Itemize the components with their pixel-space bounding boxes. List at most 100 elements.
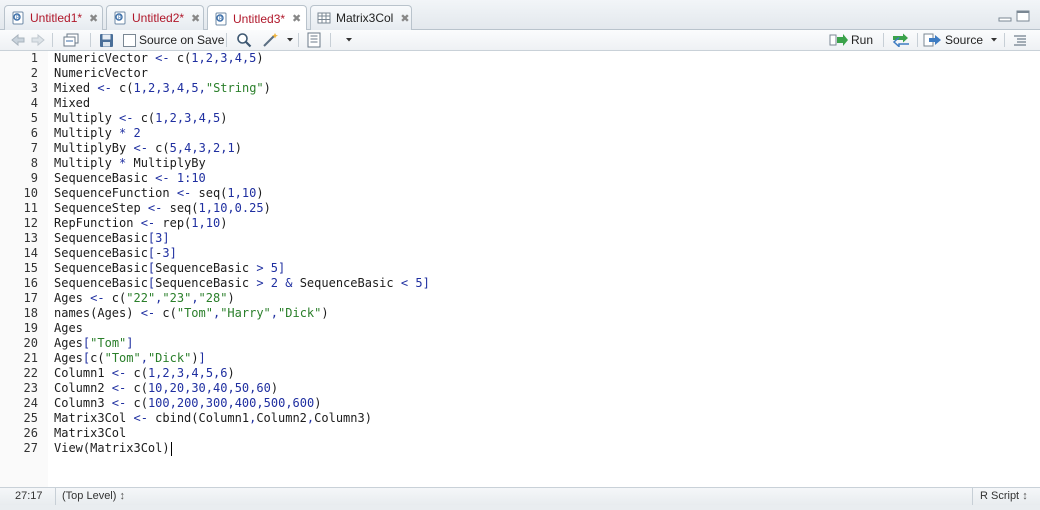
source-arrow-icon[interactable]	[923, 32, 943, 48]
editor-toolbar: Source on Save Run Source	[0, 30, 1040, 51]
file-type-selector[interactable]: R Script ↕	[980, 490, 1028, 502]
code-line[interactable]: SequenceBasic[3]	[54, 231, 170, 246]
close-icon[interactable]: ✖	[400, 12, 409, 25]
pane-splitter[interactable]	[0, 505, 1040, 510]
code-line[interactable]: Column3 <- c(100,200,300,400,500,600)	[54, 396, 321, 411]
line-number: 6	[30, 126, 38, 140]
line-number: 25	[23, 411, 38, 425]
line-number: 17	[23, 291, 38, 305]
code-line[interactable]: SequenceBasic[-3]	[54, 246, 177, 261]
cursor-position: 27:17	[15, 490, 43, 502]
line-number: 11	[23, 201, 38, 215]
line-number: 5	[30, 111, 38, 125]
tab-label: Untitled1*	[30, 11, 83, 25]
line-number: 8	[30, 156, 38, 170]
code-line[interactable]: Ages[c("Tom","Dick")]	[54, 351, 206, 366]
code-line[interactable]: names(Ages) <- c("Tom","Harry","Dick")	[54, 306, 329, 321]
run-arrow-icon[interactable]	[829, 32, 849, 48]
code-line[interactable]: SequenceStep <- seq(1,10,0.25)	[54, 201, 271, 216]
show-in-window-icon[interactable]	[62, 32, 80, 48]
status-bar: 27:17 (Top Level) ↕ R Script ↕	[0, 487, 1040, 505]
maximize-icon[interactable]	[1016, 10, 1030, 25]
code-line[interactable]: View(Matrix3Col)	[54, 441, 172, 456]
code-line[interactable]: SequenceBasic <- 1:10	[54, 171, 206, 186]
tab-untitled1[interactable]: R Untitled1* ✖	[4, 5, 103, 30]
code-line[interactable]: SequenceBasic[SequenceBasic > 2 & Sequen…	[54, 276, 430, 291]
code-line[interactable]: RepFunction <- rep(1,10)	[54, 216, 227, 231]
code-line[interactable]: Ages["Tom"]	[54, 336, 134, 351]
code-line[interactable]: SequenceFunction <- seq(1,10)	[54, 186, 264, 201]
close-icon[interactable]: ✖	[191, 12, 200, 25]
chevron-down-icon[interactable]	[345, 32, 353, 48]
line-number: 24	[23, 396, 38, 410]
code-line[interactable]: Matrix3Col <- cbind(Column1,Column2,Colu…	[54, 411, 372, 426]
code-tools-wand-icon[interactable]	[262, 32, 280, 48]
window-controls	[998, 10, 1030, 25]
source-button[interactable]: Source	[945, 32, 983, 48]
table-icon	[317, 11, 331, 25]
tab-label: Untitled2*	[132, 11, 185, 25]
line-number: 10	[23, 186, 38, 200]
line-number: 14	[23, 246, 38, 260]
line-number: 23	[23, 381, 38, 395]
run-button[interactable]: Run	[851, 32, 873, 48]
r-script-icon: R	[113, 11, 127, 25]
tab-untitled2[interactable]: R Untitled2* ✖	[106, 5, 204, 30]
code-line[interactable]: Multiply <- c(1,2,3,4,5)	[54, 111, 228, 126]
code-line[interactable]: Multiply * 2	[54, 126, 141, 141]
tab-label: Matrix3Col	[336, 11, 394, 25]
scope-navigator[interactable]: (Top Level) ↕	[62, 490, 125, 502]
code-line[interactable]: Mixed <- c(1,2,3,4,5,"String")	[54, 81, 271, 96]
code-line[interactable]: Column1 <- c(1,2,3,4,5,6)	[54, 366, 235, 381]
line-number: 3	[30, 81, 38, 95]
close-icon[interactable]: ✖	[292, 12, 301, 25]
code-line[interactable]: Column2 <- c(10,20,30,40,50,60)	[54, 381, 278, 396]
r-script-icon: R	[214, 12, 228, 26]
chevron-down-icon[interactable]	[990, 32, 998, 48]
line-number: 21	[23, 351, 38, 365]
source-on-save-checkbox[interactable]	[123, 32, 136, 48]
line-number: 16	[23, 276, 38, 290]
line-number-gutter: 1 2 3 4 5 6 7 8 9 10 11 12 13 14 15 16 17 18 19 20 21 22 23 24 2…	[0, 51, 48, 487]
code-line[interactable]: NumericVector	[54, 66, 148, 81]
line-number: 9	[30, 171, 38, 185]
code-editor[interactable]: 1 2 3 4 5 6 7 8 9 10 11 12 13 14 15 16 17 18 19 20 21 22 23 24 2…	[0, 51, 1040, 487]
line-number: 15	[23, 261, 38, 275]
code-line[interactable]: Ages <- c("22","23","28")	[54, 291, 235, 306]
forward-arrow-icon[interactable]	[30, 32, 46, 48]
back-arrow-icon[interactable]	[10, 32, 26, 48]
code-line[interactable]: Ages	[54, 321, 83, 336]
tab-matrix3col[interactable]: Matrix3Col ✖	[310, 5, 412, 30]
search-icon[interactable]	[236, 32, 252, 48]
minimize-icon[interactable]	[998, 10, 1012, 25]
code-line[interactable]: Matrix3Col	[54, 426, 126, 441]
tab-label: Untitled3*	[233, 11, 286, 26]
line-number: 12	[23, 216, 38, 230]
tab-untitled3[interactable]: R Untitled3* ✖	[207, 5, 307, 31]
compile-report-icon[interactable]	[306, 32, 322, 48]
svg-text:R: R	[219, 16, 223, 22]
file-type-label: R Script	[980, 490, 1020, 502]
updown-icon: ↕	[1022, 490, 1028, 502]
line-number: 22	[23, 366, 38, 380]
code-line[interactable]: Multiply * MultiplyBy	[54, 156, 206, 171]
line-number: 7	[30, 141, 38, 155]
line-number: 27	[23, 441, 38, 455]
svg-text:R: R	[16, 15, 20, 21]
scope-label: (Top Level)	[62, 490, 117, 502]
code-line[interactable]: MultiplyBy <- c(5,4,3,2,1)	[54, 141, 242, 156]
close-icon[interactable]: ✖	[89, 12, 98, 25]
editor-tab-bar: R Untitled1* ✖ R Untitled2* ✖ R Untitled…	[0, 0, 1040, 31]
line-number: 18	[23, 306, 38, 320]
save-icon[interactable]	[99, 32, 114, 48]
document-outline-icon[interactable]	[1013, 32, 1027, 48]
line-number: 2	[30, 66, 38, 80]
chevron-down-icon[interactable]	[286, 32, 294, 48]
rerun-icon[interactable]	[891, 32, 911, 48]
text-cursor	[170, 441, 172, 456]
line-number: 1	[30, 51, 38, 65]
source-on-save-label[interactable]: Source on Save	[139, 32, 224, 48]
code-line[interactable]: NumericVector <- c(1,2,3,4,5)	[54, 51, 264, 66]
code-line[interactable]: Mixed	[54, 96, 90, 111]
code-line[interactable]: SequenceBasic[SequenceBasic > 5]	[54, 261, 285, 276]
